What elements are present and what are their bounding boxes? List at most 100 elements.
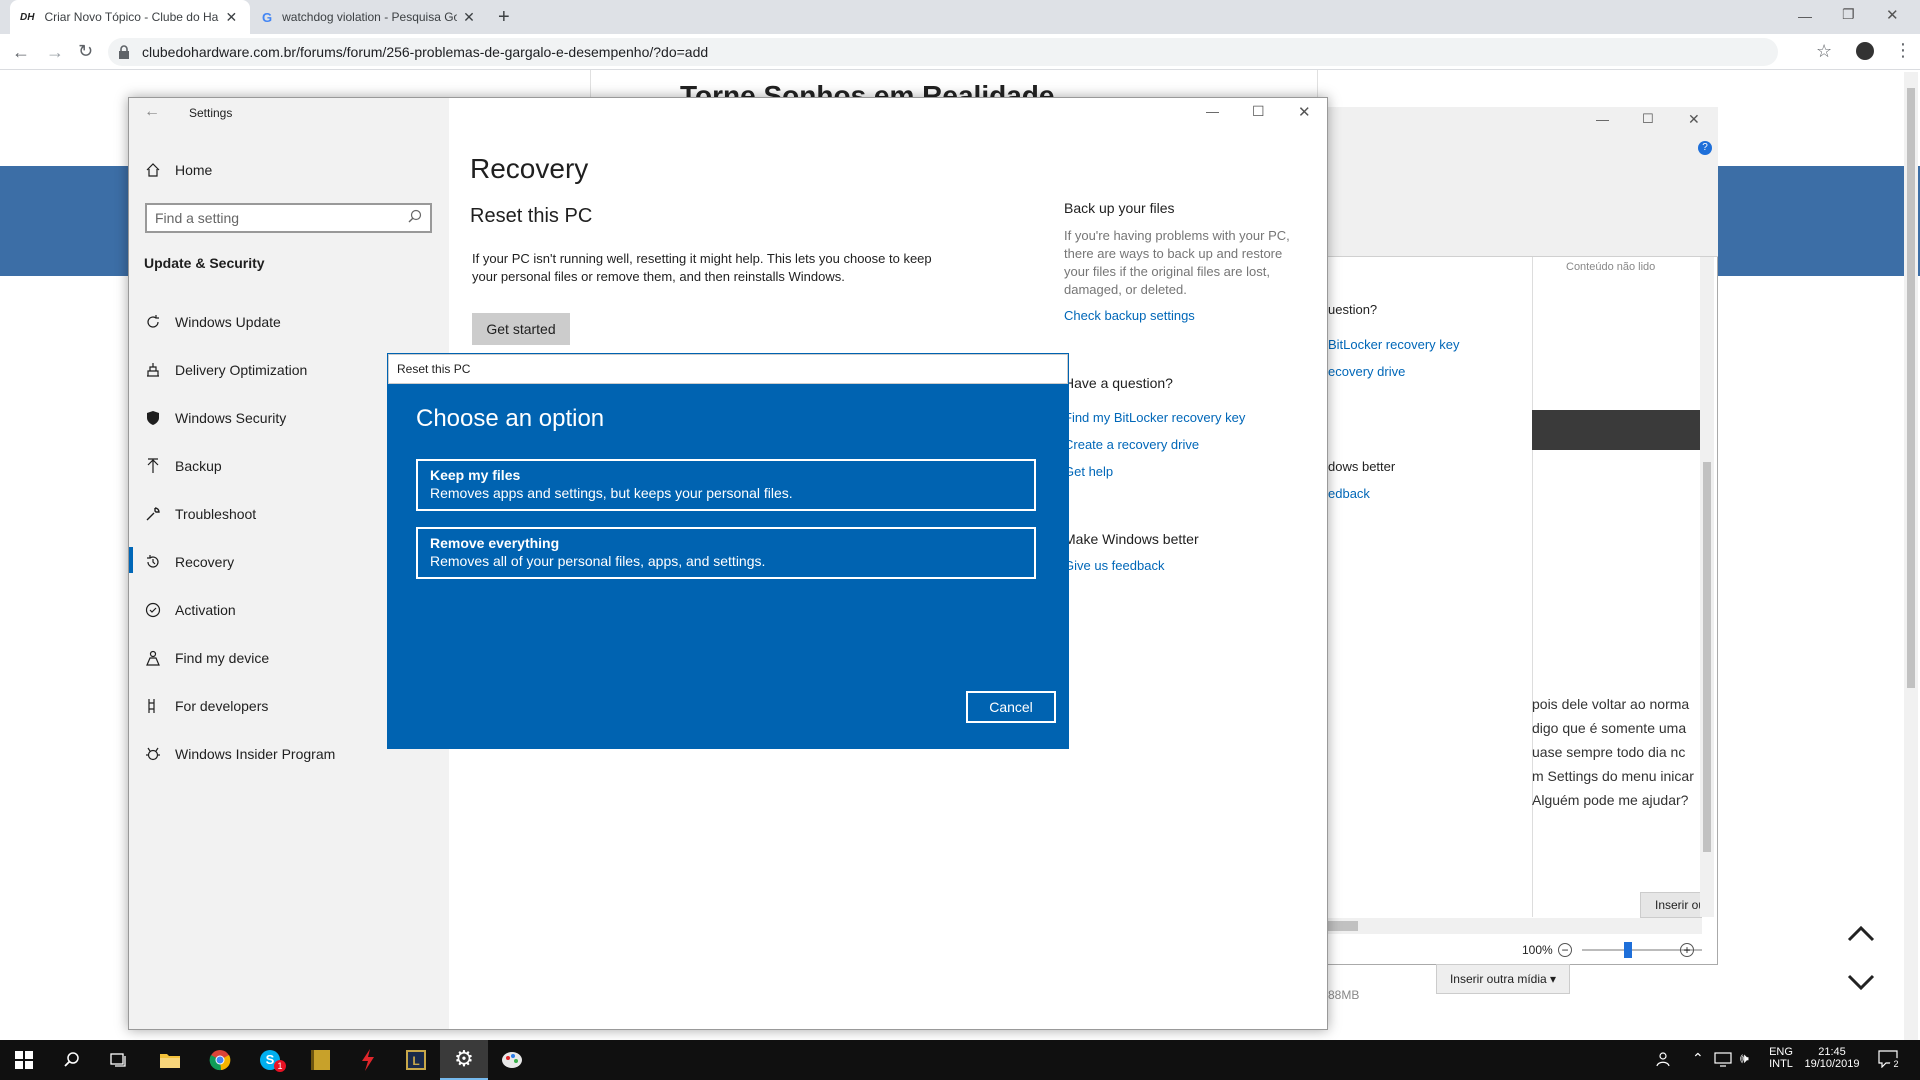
editor-body-text[interactable]: pois dele voltar ao norma digo que é som… [1532, 692, 1702, 812]
back-arrow-icon[interactable]: ← [12, 42, 30, 63]
taskbar-search-icon[interactable] [48, 1040, 96, 1080]
chrome-icon[interactable] [196, 1040, 244, 1080]
body-line: uase sempre todo dia nc [1532, 744, 1686, 760]
paint-app-icon[interactable] [488, 1040, 536, 1080]
sidebar-item-label: Delivery Optimization [175, 362, 308, 378]
zoom-slider-thumb[interactable] [1624, 942, 1632, 958]
bookmark-star-icon[interactable]: ☆ [1816, 41, 1832, 62]
reset-pc-description: If your PC isn't running well, resetting… [472, 251, 932, 284]
page-scrollbar[interactable] [1904, 72, 1918, 1040]
partial-feedback-link[interactable]: edback [1328, 486, 1370, 501]
get-started-button[interactable]: Get started [472, 313, 570, 345]
section-heading: Update & Security [144, 255, 265, 271]
settings-back-arrow-icon[interactable]: ← [144, 103, 160, 121]
partial-question-heading: uestion? [1328, 302, 1378, 317]
address-bar[interactable]: clubedohardware.com.br/forums/forum/256-… [108, 38, 1778, 66]
people-icon[interactable] [1656, 1050, 1674, 1068]
editor-help-icon[interactable]: ? [1698, 141, 1712, 155]
minimize-icon[interactable]: — [1798, 8, 1812, 24]
keep-my-files-option[interactable]: Keep my files Removes apps and settings,… [416, 459, 1036, 511]
settings-window-title: Settings [189, 106, 233, 120]
insert-button[interactable]: Inserir ou [1640, 892, 1702, 918]
reset-pc-heading: Reset this PC [470, 205, 593, 227]
editor-minimize-icon[interactable]: — [1596, 112, 1609, 127]
scrollbar-thumb[interactable] [1703, 462, 1711, 852]
clock-date: 19/10/2019 [1804, 1058, 1860, 1070]
zoom-out-icon[interactable]: − [1558, 943, 1572, 957]
developer-icon [143, 696, 163, 716]
close-icon[interactable]: ✕ [463, 9, 475, 26]
cancel-button[interactable]: Cancel [966, 691, 1056, 723]
body-line: m Settings do menu inicar [1532, 768, 1694, 784]
scrollbar-thumb[interactable] [1328, 921, 1358, 931]
get-help-link[interactable]: Get help [1064, 464, 1113, 479]
wrench-icon [143, 504, 163, 524]
league-of-legends-icon[interactable]: L [392, 1040, 440, 1080]
zoom-in-icon[interactable]: + [1680, 943, 1694, 957]
editor-maximize-icon[interactable]: ☐ [1642, 111, 1654, 127]
editor-close-icon[interactable]: ✕ [1688, 111, 1700, 128]
sidebar-item-home[interactable]: Home [129, 150, 449, 190]
app-book-icon[interactable] [296, 1040, 344, 1080]
settings-close-icon[interactable]: ✕ [1298, 103, 1311, 121]
unread-content-label[interactable]: Conteúdo não lido [1566, 261, 1655, 273]
close-window-icon[interactable]: ✕ [1886, 6, 1899, 24]
skype-badge: 1 [274, 1060, 286, 1072]
scroll-down-chevron-icon[interactable] [1846, 974, 1876, 992]
settings-maximize-icon[interactable]: ☐ [1252, 103, 1265, 120]
sidebar-item-label: For developers [175, 698, 269, 714]
profile-avatar-icon[interactable] [1856, 42, 1874, 60]
tab-criar-novo-topico[interactable]: DH Criar Novo Tópico - Clube do Ha ✕ [10, 0, 250, 34]
editor-hscroll[interactable] [1328, 918, 1702, 934]
settings-minimize-icon[interactable]: — [1206, 104, 1219, 119]
volume-icon[interactable]: 🕪 [1740, 1050, 1749, 1067]
find-setting-input[interactable]: Find a setting [145, 203, 432, 233]
sidebar-item-windows-update[interactable]: Windows Update [129, 302, 449, 342]
search-icon[interactable] [408, 209, 422, 223]
file-explorer-icon[interactable] [146, 1040, 194, 1080]
task-view-icon[interactable] [96, 1040, 144, 1080]
network-icon[interactable] [1714, 1051, 1732, 1067]
restore-icon[interactable]: ❐ [1842, 6, 1855, 23]
insert-media-button[interactable]: Inserir outra mídia ▾ [1436, 964, 1570, 994]
clock[interactable]: 21:45 19/10/2019 [1800, 1046, 1864, 1070]
sidebar-item-label: Home [175, 162, 213, 178]
find-bitlocker-key-link[interactable]: Find my BitLocker recovery key [1064, 410, 1245, 425]
skype-icon[interactable]: S 1 [246, 1040, 294, 1080]
scrollbar-thumb[interactable] [1907, 88, 1915, 688]
option-description: Removes all of your personal files, apps… [430, 553, 766, 569]
backup-icon [143, 456, 163, 476]
remove-everything-option[interactable]: Remove everything Removes all of your pe… [416, 527, 1036, 579]
new-tab-plus-icon[interactable]: + [498, 6, 510, 29]
google-favicon-icon: G [262, 9, 273, 25]
make-windows-better-heading: Make Windows better [1064, 531, 1199, 547]
input-language[interactable]: ENG INTL [1764, 1046, 1798, 1070]
backup-files-description: If you're having problems with your PC, … [1064, 228, 1290, 297]
sidebar-item-label: Backup [175, 458, 222, 474]
sidebar-item-label: Find my device [175, 650, 270, 666]
close-icon[interactable]: ✕ [225, 9, 237, 26]
reload-icon[interactable]: ↻ [78, 41, 93, 62]
editor-dark-bar [1532, 410, 1702, 450]
menu-kebab-icon[interactable]: ⋮ [1894, 40, 1912, 61]
forward-arrow-icon[interactable]: → [46, 42, 64, 63]
body-line: pois dele voltar ao norma [1532, 696, 1690, 712]
action-center-icon[interactable]: 2 [1878, 1050, 1902, 1070]
settings-gear-icon[interactable]: ⚙ [440, 1040, 488, 1080]
give-feedback-link[interactable]: Give us feedback [1064, 558, 1164, 573]
tab-title: Criar Novo Tópico - Clube do Ha [44, 10, 219, 24]
lock-icon [118, 45, 130, 59]
tab-title: watchdog violation - Pesquisa Go [282, 10, 458, 24]
flash-app-icon[interactable] [344, 1040, 392, 1080]
partial-bitlocker-link[interactable]: BitLocker recovery key [1328, 337, 1460, 352]
option-title: Keep my files [430, 467, 521, 483]
scroll-up-chevron-icon[interactable] [1846, 924, 1876, 942]
tab-watchdog-violation[interactable]: G watchdog violation - Pesquisa Go ✕ [252, 0, 490, 34]
tray-chevron-up-icon[interactable]: ⌃ [1692, 1050, 1704, 1067]
start-windows-icon[interactable] [0, 1040, 48, 1080]
editor-scrollbar[interactable] [1700, 257, 1714, 917]
create-recovery-drive-link[interactable]: Create a recovery drive [1064, 437, 1199, 452]
check-backup-settings-link[interactable]: Check backup settings [1064, 308, 1195, 323]
partial-recovery-drive-link[interactable]: ecovery drive [1328, 364, 1405, 379]
dialog-title: Reset this PC [388, 354, 1068, 384]
